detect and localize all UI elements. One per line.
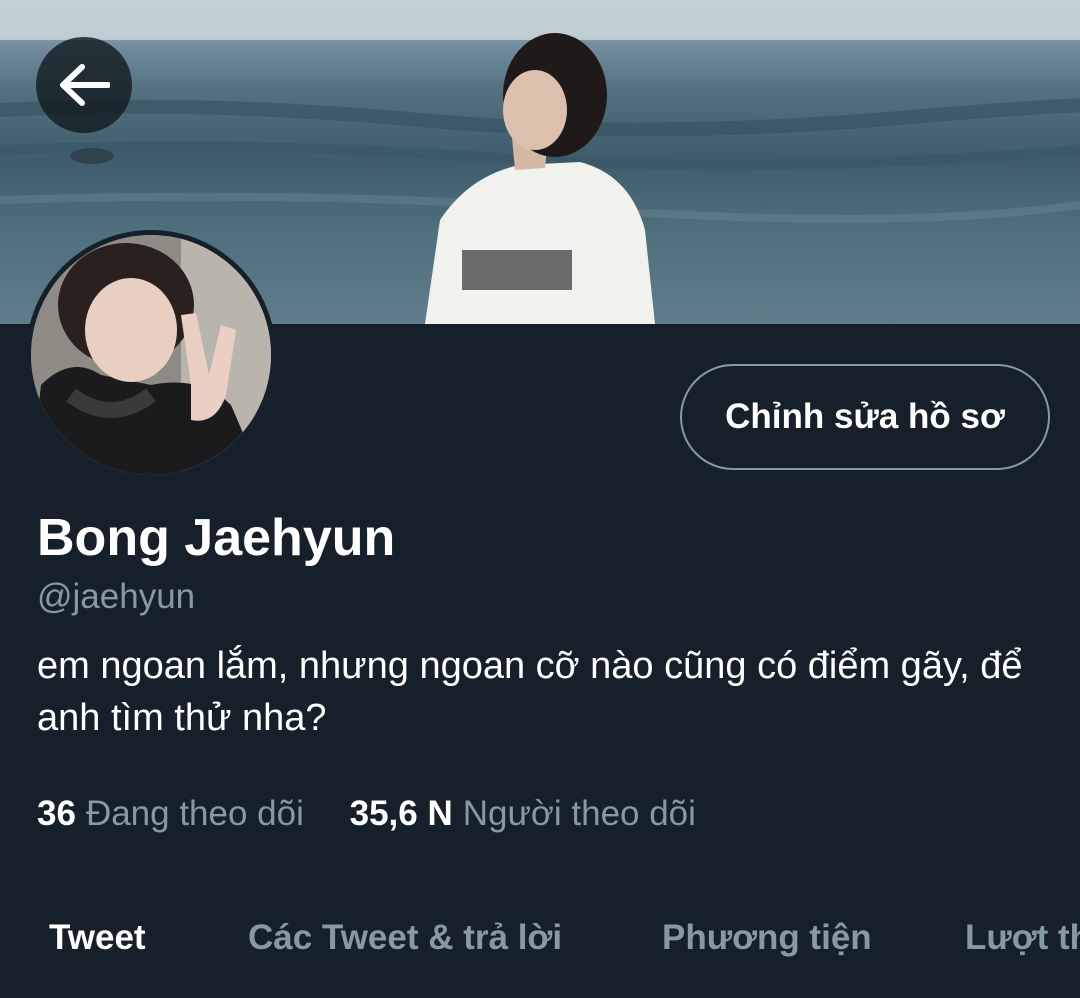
- following-link[interactable]: 36 Đang theo dõi: [37, 794, 304, 834]
- display-name: Bong Jaehyun: [37, 509, 396, 567]
- back-button[interactable]: [36, 37, 132, 133]
- profile-bio: em ngoan lắm, nhưng ngoan cỡ nào cũng có…: [37, 645, 1023, 739]
- followers-count: 35,6 N: [349, 794, 453, 833]
- edit-profile-button[interactable]: Chỉnh sửa hồ sơ: [680, 364, 1050, 470]
- avatar-container[interactable]: [26, 230, 276, 480]
- follow-stats: 36 Đang theo dõi 35,6 N Người theo dõi: [37, 794, 696, 834]
- tab-likes[interactable]: Lượt thích: [965, 918, 1080, 958]
- tab-tweets[interactable]: Tweet: [49, 918, 146, 958]
- followers-link[interactable]: 35,6 N Người theo dõi: [350, 794, 696, 834]
- user-handle: @jaehyun: [37, 577, 196, 616]
- following-count: 36: [37, 794, 76, 833]
- arrow-left-icon: [60, 64, 110, 106]
- tab-media[interactable]: Phương tiện: [662, 918, 872, 958]
- following-label: Đang theo dõi: [85, 794, 304, 833]
- avatar-image: [31, 235, 271, 475]
- avatar[interactable]: [31, 235, 271, 475]
- tab-tweets-replies[interactable]: Các Tweet & trả lời: [248, 918, 562, 958]
- profile-tabs: Tweet Các Tweet & trả lời Phương tiện Lư…: [0, 918, 1080, 970]
- followers-label: Người theo dõi: [462, 794, 696, 833]
